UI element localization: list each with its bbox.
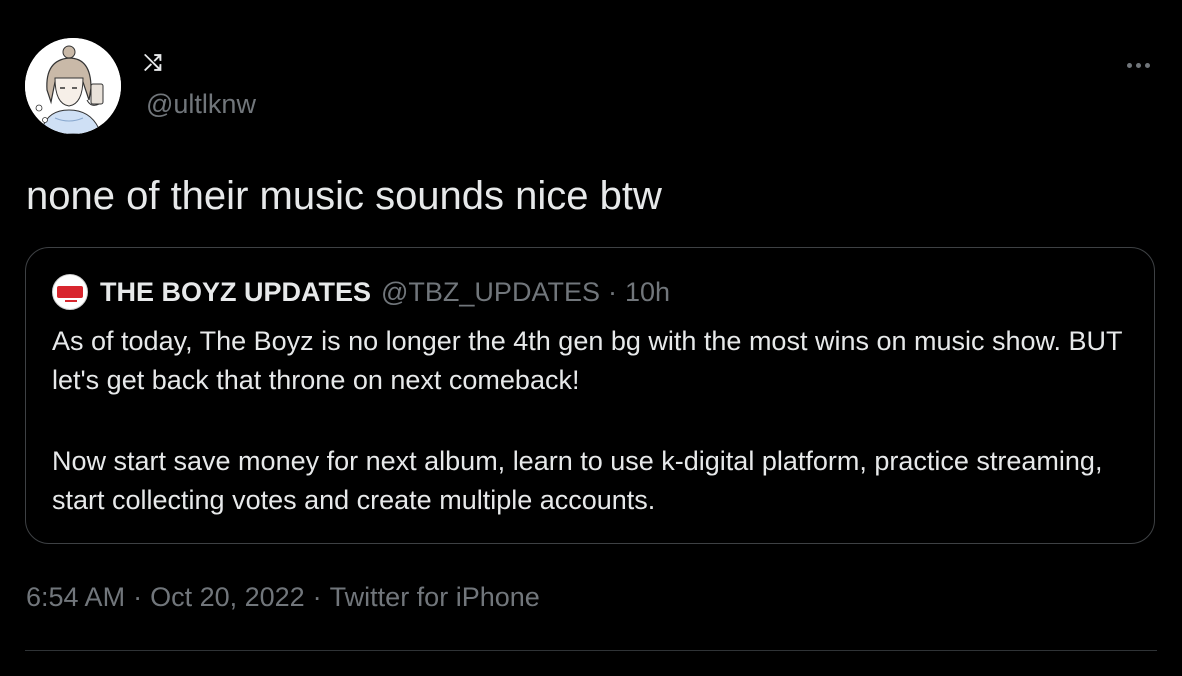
tweet-meta: 6:54 AM · Oct 20, 2022 · Twitter for iPhone (26, 580, 540, 614)
quoted-paragraph: Now start save money for next album, lea… (52, 446, 1103, 515)
quoted-tweet-header: THE BOYZ UPDATES @TBZ_UPDATES · 10h (52, 274, 670, 310)
more-dot (1135, 62, 1141, 68)
quoted-time[interactable]: 10h (625, 277, 670, 308)
quoted-avatar[interactable] (52, 274, 88, 310)
tweet-date[interactable]: Oct 20, 2022 (150, 582, 305, 612)
quoted-author-name[interactable]: THE BOYZ UPDATES (100, 277, 371, 308)
tweet-time[interactable]: 6:54 AM (26, 582, 125, 612)
author-handle[interactable]: @ultlknw (146, 88, 256, 120)
quoted-paragraph: As of today, The Boyz is no longer the 4… (52, 326, 1123, 395)
tweet-source[interactable]: Twitter for iPhone (330, 582, 540, 612)
author-avatar[interactable] (25, 38, 121, 134)
divider (25, 650, 1157, 651)
more-dot (1126, 62, 1132, 68)
tweet: ⤭ @ultlknw none of their music sounds ni… (0, 0, 1182, 676)
author-display-name[interactable]: ⤭ (144, 50, 162, 76)
meta-separator: · (312, 582, 322, 612)
meta-separator: · (133, 582, 143, 612)
quoted-author-handle[interactable]: @TBZ_UPDATES (381, 277, 600, 308)
avatar-illustration-icon (25, 38, 121, 134)
more-dot (1144, 62, 1150, 68)
quoted-tweet-body: As of today, The Boyz is no longer the 4… (52, 322, 1132, 520)
quoted-tweet[interactable]: THE BOYZ UPDATES @TBZ_UPDATES · 10h As o… (25, 247, 1155, 544)
the-boyz-logo-icon (57, 286, 83, 298)
quoted-separator: · (607, 276, 617, 307)
tweet-text: none of their music sounds nice btw (26, 174, 662, 218)
logo-underline (65, 300, 77, 302)
more-horizontal-icon[interactable] (1118, 50, 1158, 80)
